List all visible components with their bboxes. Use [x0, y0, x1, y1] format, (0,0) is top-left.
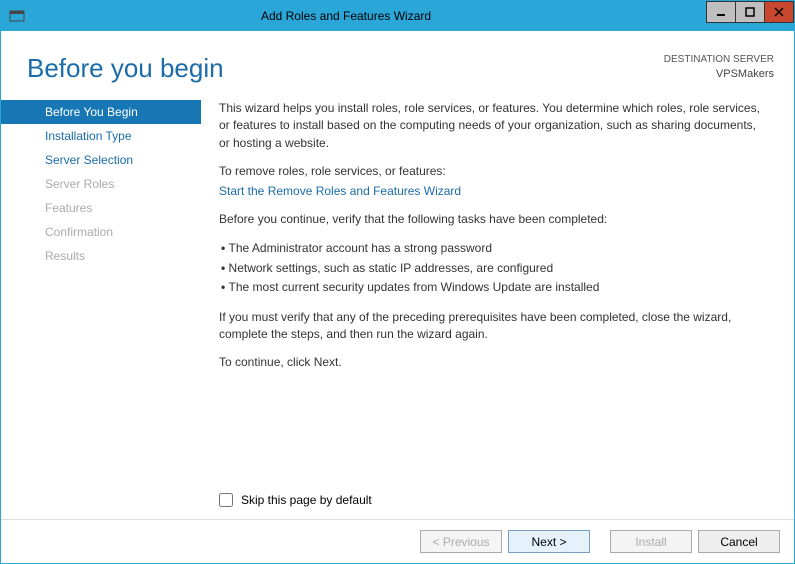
- wizard-footer: < Previous Next > Install Cancel: [1, 519, 794, 563]
- verify-intro: Before you continue, verify that the fol…: [219, 211, 769, 228]
- destination-label: DESTINATION SERVER: [664, 53, 774, 67]
- skip-row: Skip this page by default: [1, 487, 794, 519]
- sidebar-item-confirmation: Confirmation: [1, 220, 201, 244]
- sidebar-item-server-roles: Server Roles: [1, 172, 201, 196]
- sidebar-item-installation-type[interactable]: Installation Type: [1, 124, 201, 148]
- wizard-sidebar: Before You Begin Installation Type Serve…: [1, 96, 201, 487]
- sidebar-item-results: Results: [1, 244, 201, 268]
- remove-link[interactable]: Start the Remove Roles and Features Wiza…: [219, 184, 461, 198]
- prerequisites-list: The Administrator account has a strong p…: [219, 239, 769, 297]
- page-title: Before you begin: [27, 53, 224, 84]
- skip-checkbox[interactable]: [219, 493, 233, 507]
- app-icon: [9, 8, 25, 24]
- titlebar: Add Roles and Features Wizard: [1, 1, 794, 31]
- maximize-button[interactable]: [735, 1, 765, 23]
- sidebar-item-features: Features: [1, 196, 201, 220]
- skip-label: Skip this page by default: [241, 493, 372, 507]
- next-button[interactable]: Next >: [508, 530, 590, 553]
- rerun-text: If you must verify that any of the prece…: [219, 309, 769, 344]
- minimize-button[interactable]: [706, 1, 736, 23]
- wizard-main: Before You Begin Installation Type Serve…: [1, 96, 794, 487]
- wizard-content: This wizard helps you install roles, rol…: [201, 96, 794, 487]
- cancel-button[interactable]: Cancel: [698, 530, 780, 553]
- intro-text: This wizard helps you install roles, rol…: [219, 100, 769, 152]
- install-button: Install: [610, 530, 692, 553]
- destination-server: VPSMakers: [664, 67, 774, 82]
- wizard-body: Before you begin DESTINATION SERVER VPSM…: [1, 31, 794, 563]
- list-item: The most current security updates from W…: [221, 278, 769, 297]
- destination-info: DESTINATION SERVER VPSMakers: [664, 53, 774, 84]
- previous-button: < Previous: [420, 530, 502, 553]
- titlebar-buttons: [707, 1, 794, 31]
- list-item: The Administrator account has a strong p…: [221, 239, 769, 258]
- window-title: Add Roles and Features Wizard: [25, 9, 707, 23]
- close-button[interactable]: [764, 1, 794, 23]
- wizard-window: Add Roles and Features Wizard Before you…: [0, 0, 795, 564]
- list-item: Network settings, such as static IP addr…: [221, 259, 769, 278]
- sidebar-item-before-you-begin[interactable]: Before You Begin: [1, 100, 201, 124]
- wizard-header: Before you begin DESTINATION SERVER VPSM…: [1, 31, 794, 96]
- continue-text: To continue, click Next.: [219, 354, 769, 371]
- sidebar-item-server-selection[interactable]: Server Selection: [1, 148, 201, 172]
- remove-label: To remove roles, role services, or featu…: [219, 163, 769, 180]
